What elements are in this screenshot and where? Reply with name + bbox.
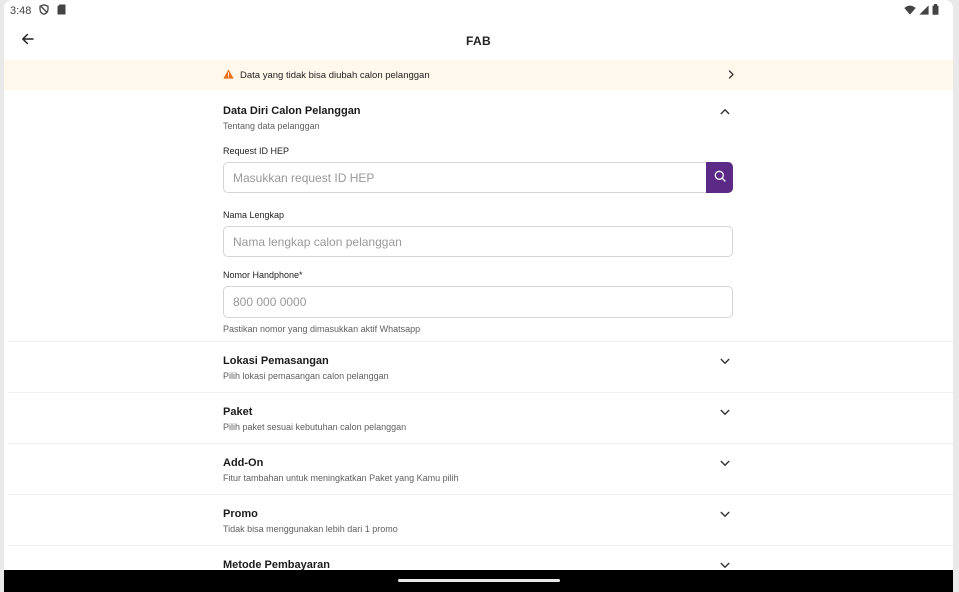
search-request-button[interactable]: [706, 162, 733, 193]
section-paket[interactable]: Paket Pilih paket sesuai kebutuhan calon…: [223, 406, 733, 432]
vpn-shield-icon: [39, 4, 50, 18]
request-id-group: Request ID HEP Masukkan request ID HEP: [223, 146, 733, 193]
phone-label: Nomor Handphone*: [223, 270, 303, 280]
home-gesture-handle[interactable]: [397, 578, 560, 582]
section-subtitle: Pilih paket sesuai kebutuhan calon pelan…: [223, 422, 407, 432]
status-left: 3:48: [10, 4, 66, 18]
section-promo[interactable]: Promo Tidak bisa menggunakan lebih dari …: [223, 508, 733, 534]
phone-row: 800 000 0000: [223, 286, 733, 318]
section-subtitle: Pilih lokasi pemasangan calon pelanggan: [223, 371, 389, 381]
request-id-label: Request ID HEP: [223, 146, 290, 156]
chevron-down-icon: [719, 457, 731, 469]
banner-content: Data yang tidak bisa diubah calon pelang…: [223, 60, 735, 90]
app-bar: FAB: [4, 22, 953, 60]
full-name-input[interactable]: Nama lengkap calon pelanggan: [223, 226, 733, 257]
device-screen: 3:48 FAB Data yang tidak bisa diubah cal…: [4, 0, 953, 592]
customer-section-header[interactable]: Data Diri Calon Pelanggan Tentang data p…: [223, 90, 733, 131]
customer-section-subtitle: Tentang data pelanggan: [223, 121, 320, 131]
section-subtitle: Fitur tambahan untuk meningkatkan Paket …: [223, 473, 459, 483]
search-icon: [714, 169, 726, 187]
request-id-input[interactable]: Masukkan request ID HEP: [223, 162, 706, 193]
uneditable-data-banner[interactable]: Data yang tidak bisa diubah calon pelang…: [4, 60, 953, 90]
chevron-down-icon: [719, 406, 731, 418]
divider: [8, 443, 953, 444]
chevron-right-icon: [727, 66, 735, 84]
battery-icon: [932, 4, 939, 18]
request-id-row: Masukkan request ID HEP: [223, 162, 733, 193]
divider: [8, 545, 953, 546]
phone-hint: Pastikan nomor yang dimasukkan aktif Wha…: [223, 324, 421, 334]
banner-left: Data yang tidak bisa diubah calon pelang…: [223, 66, 430, 84]
arrow-back-icon: [21, 32, 34, 50]
section-title: Add-On: [223, 457, 264, 469]
divider: [8, 494, 953, 495]
section-subtitle: Tidak bisa menggunakan lebih dari 1 prom…: [223, 524, 398, 534]
status-time: 3:48: [10, 5, 32, 17]
section-title: Promo: [223, 508, 258, 520]
wifi-icon: [904, 5, 916, 18]
section-header: Lokasi Pemasangan Pilih lokasi pemasanga…: [223, 355, 733, 381]
status-right: [904, 4, 939, 18]
sim-card-icon: [57, 4, 66, 18]
system-navigation-bar: [4, 570, 953, 592]
chevron-down-icon: [719, 355, 731, 367]
divider: [8, 392, 953, 393]
status-bar: 3:48: [4, 0, 953, 22]
section-title: Paket: [223, 406, 253, 418]
customer-data-section: Data Diri Calon Pelanggan Tentang data p…: [223, 90, 733, 334]
back-button[interactable]: [14, 28, 40, 54]
chevron-up-icon: [719, 105, 731, 117]
section-header: Add-On Fitur tambahan untuk meningkatkan…: [223, 457, 733, 483]
full-name-group: Nama Lengkap Nama lengkap calon pelangga…: [223, 210, 733, 257]
section-lokasi-pemasangan[interactable]: Lokasi Pemasangan Pilih lokasi pemasanga…: [223, 355, 733, 381]
cellular-signal-icon: [919, 4, 929, 18]
full-name-label: Nama Lengkap: [223, 210, 285, 220]
phone-group: Nomor Handphone* 800 000 0000 Pastikan n…: [223, 270, 733, 334]
section-title: Lokasi Pemasangan: [223, 355, 329, 367]
section-header: Promo Tidak bisa menggunakan lebih dari …: [223, 508, 733, 534]
section-add-on[interactable]: Add-On Fitur tambahan untuk meningkatkan…: [223, 457, 733, 483]
chevron-down-icon: [719, 508, 731, 520]
phone-input[interactable]: 800 000 0000: [223, 286, 733, 318]
page-title: FAB: [466, 34, 491, 48]
customer-section-title: Data Diri Calon Pelanggan: [223, 105, 361, 117]
banner-text: Data yang tidak bisa diubah calon pelang…: [240, 69, 430, 81]
customer-section-heading: Data Diri Calon Pelanggan Tentang data p…: [223, 105, 361, 131]
warning-icon: [223, 66, 234, 84]
section-header: Paket Pilih paket sesuai kebutuhan calon…: [223, 406, 733, 432]
full-name-row: Nama lengkap calon pelanggan: [223, 226, 733, 257]
divider: [8, 341, 953, 342]
